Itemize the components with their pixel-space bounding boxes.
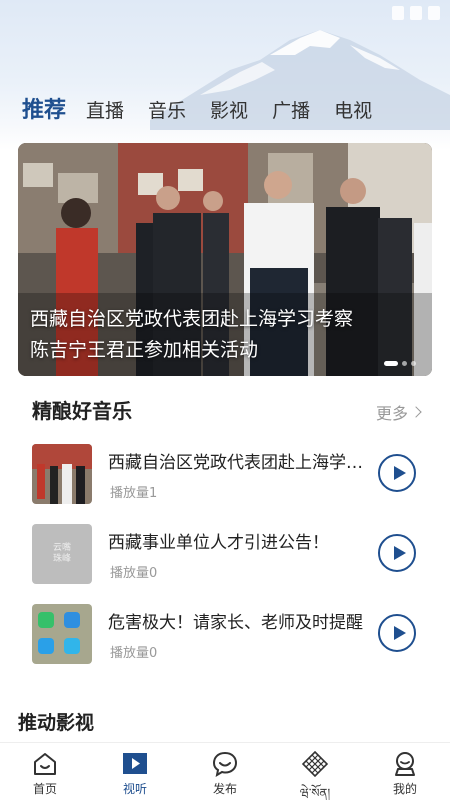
banner-pagination <box>384 361 416 366</box>
music-section-title: 精酿好音乐 <box>32 399 132 423</box>
play-button[interactable] <box>378 614 416 652</box>
banner-caption-line1: 西藏自治区党政代表团赴上海学习考察 <box>30 308 354 330</box>
featured-banner[interactable]: 西藏自治区党政代表团赴上海学习考察 陈吉宁王君正参加相关活动 <box>18 143 432 376</box>
item-title: 西藏自治区党政代表团赴上海学习考察 <box>108 453 364 473</box>
banner-caption-line2: 陈吉宁王君正参加相关活动 <box>30 339 259 361</box>
tab-film[interactable]: 影视 <box>210 96 248 123</box>
thumbnail <box>32 444 92 504</box>
status-icons <box>392 6 440 20</box>
status-bar <box>0 0 450 28</box>
more-label: 更多 <box>375 404 408 423</box>
nav-home[interactable]: 首页 <box>0 743 90 800</box>
nav-label: 发布 <box>212 782 237 796</box>
tab-music[interactable]: 音乐 <box>148 96 186 123</box>
item-title: 危害极大！请家长、老师及时提醒 <box>108 613 363 633</box>
list-item[interactable]: 云嘴 珠峰 西藏事业单位人才引进公告！ 播放量0 <box>32 522 420 602</box>
play-button[interactable] <box>378 454 416 492</box>
battery-icon <box>428 6 440 20</box>
play-count: 播放量1 <box>110 486 158 501</box>
home-icon <box>34 753 56 775</box>
play-count: 播放量0 <box>110 646 158 661</box>
banner-dot <box>411 361 416 366</box>
music-section-header: 精酿好音乐 更多 <box>32 395 422 425</box>
more-link[interactable]: 更多 <box>375 400 422 424</box>
list-item[interactable]: 危害极大！请家长、老师及时提醒 播放量0 <box>32 602 420 682</box>
chat-bubble-icon <box>212 751 238 777</box>
item-title: 西藏事业单位人才引进公告！ <box>108 533 329 553</box>
nav-publish[interactable]: 发布 <box>180 743 270 800</box>
nav-label: 我的 <box>392 782 417 796</box>
nav-tibetan[interactable]: ཝེ་སོན། <box>270 743 360 800</box>
play-button[interactable] <box>378 534 416 572</box>
user-icon <box>395 752 415 776</box>
music-list: 西藏自治区党政代表团赴上海学习考察 播放量1 云嘴 珠峰 西藏事业单位人才引进公… <box>32 442 420 682</box>
nav-mine[interactable]: 我的 <box>360 743 450 800</box>
play-count: 播放量0 <box>110 566 158 581</box>
play-square-icon <box>123 753 147 774</box>
endless-knot-icon <box>302 751 328 777</box>
banner-dot <box>402 361 407 366</box>
thumbnail: 云嘴 珠峰 <box>32 524 92 584</box>
tab-tv[interactable]: 电视 <box>334 96 372 123</box>
thumbnail-logo-text: 云嘴 <box>52 543 71 553</box>
nav-label: ཝེ་སོན། <box>299 786 331 800</box>
video-section-title: 推动影视 <box>18 712 95 734</box>
bottom-nav: 首页 视听 发布 ཝེ་སོན། 我的 <box>0 742 450 800</box>
nav-audiovisual[interactable]: 视听 <box>90 743 180 800</box>
wifi-icon <box>392 6 404 20</box>
thumbnail-logo-text: 珠峰 <box>52 554 71 564</box>
banner-dot-active <box>384 361 398 366</box>
list-item[interactable]: 西藏自治区党政代表团赴上海学习考察 播放量1 <box>32 442 420 522</box>
banner-caption: 西藏自治区党政代表团赴上海学习考察 陈吉宁王君正参加相关活动 <box>30 304 420 366</box>
tab-live[interactable]: 直播 <box>86 96 124 123</box>
tab-recommend[interactable]: 推荐 <box>22 92 66 124</box>
thumbnail <box>32 604 92 664</box>
tab-radio[interactable]: 广播 <box>272 96 310 123</box>
nav-label: 视听 <box>122 782 147 796</box>
signal-icon <box>410 6 422 20</box>
nav-label: 首页 <box>32 782 57 796</box>
chevron-right-icon <box>410 406 422 418</box>
category-tabs: 推荐 直播 音乐 影视 广播 电视 <box>22 92 396 128</box>
